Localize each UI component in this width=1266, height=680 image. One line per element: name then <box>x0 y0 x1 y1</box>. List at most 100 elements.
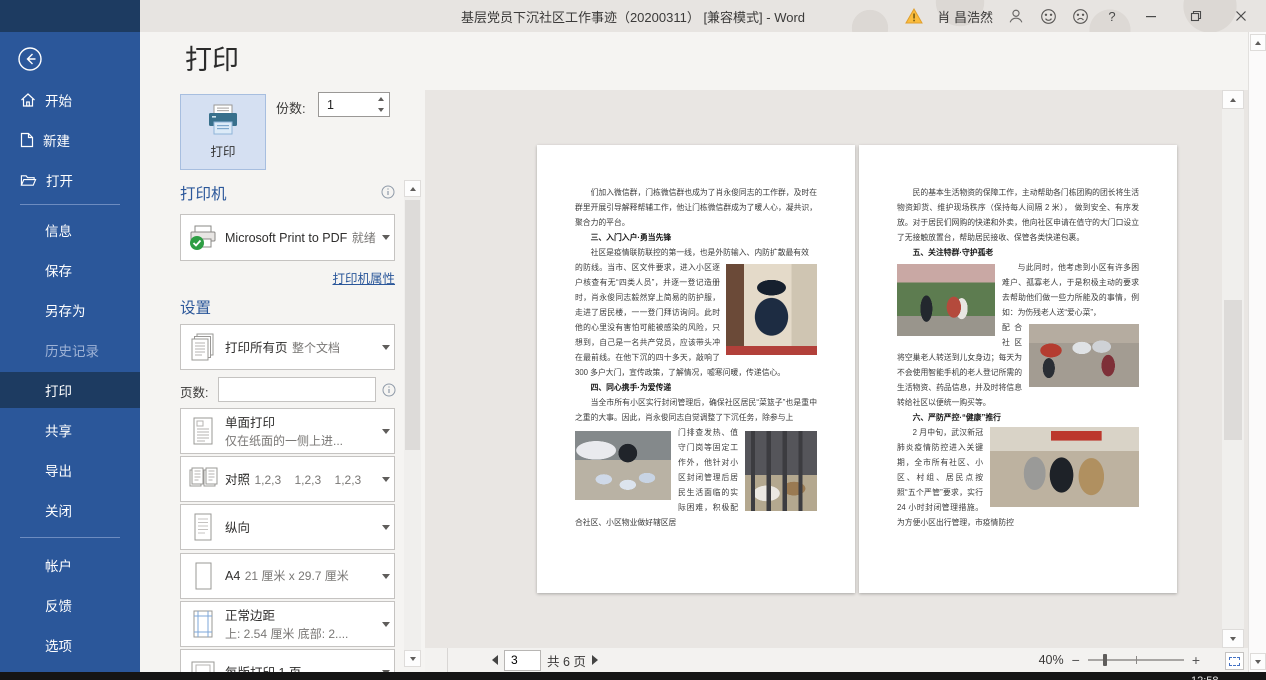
sidebar-item-account[interactable]: 帐户 <box>0 547 140 583</box>
preview-scrollbar[interactable] <box>1222 90 1244 648</box>
sidebar-divider <box>20 537 120 538</box>
print-range-dropdown[interactable]: 打印所有页 整个文档 <box>180 324 395 370</box>
pages-per-sheet-icon <box>181 659 225 672</box>
margins-dropdown[interactable]: 正常边距 上: 2.54 厘米 底部: 2.... <box>180 601 395 647</box>
restore-button[interactable] <box>1174 0 1217 32</box>
printer-select-dropdown[interactable]: Microsoft Print to PDF 就绪 <box>180 214 395 261</box>
settings-scroll-down-button[interactable] <box>404 650 421 667</box>
preview-scroll-up-button[interactable] <box>1222 90 1244 109</box>
zoom-slider-thumb[interactable] <box>1103 654 1107 666</box>
photo-street-cars <box>1029 324 1139 387</box>
sidebar-item-label: 保存 <box>0 260 72 280</box>
warning-icon[interactable] <box>899 0 929 32</box>
zoom-percent-label[interactable]: 40% <box>1039 653 1064 667</box>
taskbar-sliver[interactable]: 12:58 <box>0 672 1266 680</box>
sidebar-item-options[interactable]: 选项 <box>0 627 140 663</box>
settings-scrollbar-thumb[interactable] <box>405 200 420 450</box>
copies-input[interactable] <box>319 93 373 116</box>
pages-range-input[interactable] <box>218 377 376 402</box>
sidebar-item-label: 导出 <box>0 460 72 480</box>
doc-heading: 四、同心携手·为爱传递 <box>575 380 817 395</box>
copies-down-button[interactable] <box>372 105 389 117</box>
minimize-button[interactable] <box>1129 0 1172 32</box>
page-title: 打印 <box>185 38 239 77</box>
sidebar-item-share[interactable]: 共享 <box>0 412 140 448</box>
paper-size-dropdown[interactable]: A4 21 厘米 x 29.7 厘米 <box>180 553 395 599</box>
orientation-dropdown[interactable]: 纵向 <box>180 504 395 550</box>
back-arrow-icon[interactable] <box>16 45 44 73</box>
previous-page-button[interactable] <box>492 655 498 665</box>
duplex-subtitle: 仅在纸面的一侧上进... <box>225 434 343 448</box>
doc-heading: 三、入门入户·勇当先锋 <box>575 230 817 245</box>
copies-up-button[interactable] <box>372 93 389 105</box>
sidebar-item-label: 反馈 <box>0 595 72 615</box>
sidebar-item-info[interactable]: 信息 <box>0 212 140 248</box>
pages-per-sheet-dropdown[interactable]: 每版打印 1 页 <box>180 649 395 672</box>
print-button[interactable]: 打印 <box>180 94 266 170</box>
chevron-down-icon <box>378 622 394 627</box>
photo-street-trees <box>897 264 995 336</box>
user-icon[interactable] <box>1001 0 1031 32</box>
frowny-feedback-icon[interactable] <box>1065 0 1095 32</box>
pages-info-icon[interactable] <box>382 383 396 397</box>
doc-paragraph: 民的基本生活物资的保障工作，主动帮助各门栋团购的团长将生活物资卸货、维护现场秩序… <box>897 185 1139 245</box>
preview-scroll-down-button[interactable] <box>1222 629 1244 648</box>
fit-to-page-button[interactable] <box>1225 652 1244 670</box>
copies-stepper[interactable] <box>318 92 390 117</box>
printer-info-icon[interactable] <box>381 185 395 199</box>
sidebar-item-label: 打开 <box>46 170 73 190</box>
sidebar-item-label: 帐户 <box>0 555 72 575</box>
duplex-dropdown[interactable]: 单面打印 仅在纸面的一侧上进... <box>180 408 395 454</box>
sidebar-item-open[interactable]: 打开 <box>0 162 140 198</box>
next-page-button[interactable] <box>592 655 598 665</box>
sidebar-item-save-as[interactable]: 另存为 <box>0 292 140 328</box>
window-scrollbar[interactable] <box>1248 32 1266 672</box>
sidebar-item-print[interactable]: 打印 <box>0 372 140 408</box>
sidebar-item-label: 选项 <box>0 635 72 655</box>
new-document-icon <box>20 132 34 148</box>
chevron-down-icon <box>378 345 394 350</box>
collation-dropdown[interactable]: 对照 1,2,3 1,2,3 1,2,3 <box>180 456 395 502</box>
account-user-name[interactable]: 肖 昌浩然 <box>931 7 999 26</box>
paper-size-subtitle: 21 厘米 x 29.7 厘米 <box>245 569 349 583</box>
sidebar-item-export[interactable]: 导出 <box>0 452 140 488</box>
preview-scrollbar-thumb[interactable] <box>1224 300 1242 440</box>
printer-name: Microsoft Print to PDF <box>225 231 347 245</box>
copies-label: 份数: <box>276 98 306 117</box>
settings-scroll-up-button[interactable] <box>404 180 421 197</box>
collation-title: 对照 <box>225 473 250 487</box>
current-page-input[interactable] <box>504 650 541 671</box>
print-button-label: 打印 <box>210 141 235 160</box>
printer-section-header: 打印机 <box>180 182 227 204</box>
printer-properties-link[interactable]: 打印机属性 <box>180 268 395 287</box>
window-scroll-up-button[interactable] <box>1250 34 1266 51</box>
margins-title: 正常边距 <box>225 609 275 623</box>
backstage-sidebar: 开始 新建 打开 信息 保存 另存为 历史记录 打印 共享 导出 关闭 帐户 反… <box>0 32 140 680</box>
preview-page-left: 们加入微信群，门栋微信群也成为了肖永俊同志的工作群，及时在群里开展引导解释帮辅工… <box>537 145 855 593</box>
total-pages-label: 共 6 页 <box>547 651 586 670</box>
print-range-title: 打印所有页 <box>225 341 288 355</box>
photo-checkpoint-masks <box>990 427 1139 507</box>
print-range-subtitle: 整个文档 <box>292 341 340 355</box>
close-button[interactable] <box>1219 0 1262 32</box>
zoom-out-button[interactable]: − <box>1072 652 1080 668</box>
sidebar-item-feedback[interactable]: 反馈 <box>0 587 140 623</box>
zoom-in-button[interactable]: + <box>1192 652 1200 668</box>
taskbar-clock: 12:58 <box>1191 675 1219 680</box>
sidebar-item-label: 历史记录 <box>0 340 99 360</box>
smiley-feedback-icon[interactable] <box>1033 0 1063 32</box>
photo-grocery-delivery <box>575 431 671 500</box>
zoom-slider[interactable] <box>1088 659 1184 661</box>
sidebar-item-new[interactable]: 新建 <box>0 122 140 158</box>
settings-section-header: 设置 <box>180 296 211 318</box>
sidebar-item-label: 共享 <box>0 420 72 440</box>
sidebar-item-close[interactable]: 关闭 <box>0 492 140 528</box>
sidebar-item-home[interactable]: 开始 <box>0 82 140 118</box>
printer-status: 就绪 <box>352 231 376 245</box>
settings-scrollbar[interactable] <box>404 180 421 667</box>
sidebar-item-save[interactable]: 保存 <box>0 252 140 288</box>
help-button[interactable]: ? <box>1097 0 1127 32</box>
fit-to-page-icon <box>1229 657 1240 666</box>
pages-label: 页数: <box>180 382 208 401</box>
window-scroll-down-button[interactable] <box>1250 653 1266 670</box>
